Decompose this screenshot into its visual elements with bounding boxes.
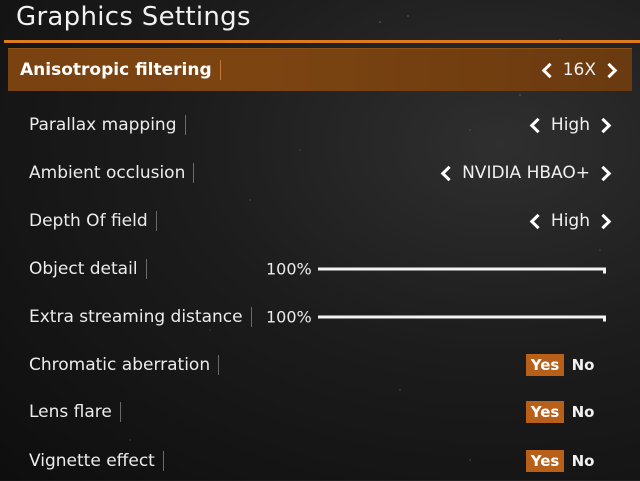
setting-label: Ambient occlusion [29, 163, 195, 183]
toggle-yes-button[interactable]: Yes [526, 401, 564, 423]
selected-option: High [550, 211, 590, 231]
chevron-right-icon[interactable] [595, 213, 612, 229]
slider-track[interactable] [318, 315, 606, 322]
slider-value: 100% [266, 307, 312, 327]
option-selector[interactable]: 16X [541, 60, 618, 80]
setting-row-ambient-occlusion[interactable]: Ambient occlusion NVIDIA HBAO+ [14, 153, 626, 193]
selected-option: NVIDIA HBAO+ [462, 163, 590, 183]
selected-option: 16X [562, 60, 596, 80]
yes-no-toggle[interactable]: Yes No [526, 450, 602, 472]
slider-track[interactable] [318, 267, 606, 274]
chevron-left-icon[interactable] [440, 165, 457, 181]
setting-row-extra-streaming-distance[interactable]: Extra streaming distance 100% [14, 297, 626, 337]
setting-row-lens-flare[interactable]: Lens flare Yes No [14, 392, 626, 432]
selected-option: High [550, 115, 590, 135]
chevron-left-icon[interactable] [529, 213, 546, 229]
title-divider [4, 40, 640, 43]
setting-label: Parallax mapping [29, 115, 186, 135]
yes-no-toggle[interactable]: Yes No [526, 354, 602, 376]
chevron-left-icon[interactable] [529, 117, 546, 133]
slider-value: 100% [266, 259, 312, 279]
setting-label: Chromatic aberration [29, 355, 220, 375]
yes-no-toggle[interactable]: Yes No [526, 401, 602, 423]
setting-label: Anisotropic filtering [20, 60, 221, 80]
toggle-no-button[interactable]: No [564, 401, 602, 423]
slider-fill [318, 267, 606, 271]
slider-handle[interactable] [603, 267, 606, 274]
toggle-yes-button[interactable]: Yes [526, 450, 564, 472]
setting-label: Depth Of field [29, 211, 157, 231]
setting-row-parallax-mapping[interactable]: Parallax mapping High [14, 105, 626, 145]
chevron-right-icon[interactable] [595, 165, 612, 181]
slider-fill [318, 315, 606, 319]
toggle-yes-button[interactable]: Yes [526, 354, 564, 376]
option-selector[interactable]: High [529, 211, 612, 231]
setting-row-chromatic-aberration[interactable]: Chromatic aberration Yes No [14, 345, 626, 385]
setting-row-anisotropic-filtering[interactable]: Anisotropic filtering 16X [8, 48, 632, 91]
setting-label: Extra streaming distance [29, 307, 252, 327]
setting-label: Object detail [29, 259, 147, 279]
setting-label: Vignette effect [29, 451, 164, 471]
slider-handle[interactable] [603, 315, 606, 322]
chevron-left-icon[interactable] [541, 62, 557, 78]
setting-row-object-detail[interactable]: Object detail 100% [14, 249, 626, 289]
chevron-right-icon[interactable] [595, 117, 612, 133]
toggle-no-button[interactable]: No [564, 450, 602, 472]
toggle-no-button[interactable]: No [564, 354, 602, 376]
option-selector[interactable]: High [529, 115, 612, 135]
option-selector[interactable]: NVIDIA HBAO+ [440, 163, 612, 183]
setting-row-depth-of-field[interactable]: Depth Of field High [14, 201, 626, 241]
setting-row-vignette-effect[interactable]: Vignette effect Yes No [14, 441, 626, 481]
setting-label: Lens flare [29, 402, 121, 422]
page-title: Graphics Settings [16, 2, 251, 32]
chevron-right-icon[interactable] [601, 62, 618, 78]
